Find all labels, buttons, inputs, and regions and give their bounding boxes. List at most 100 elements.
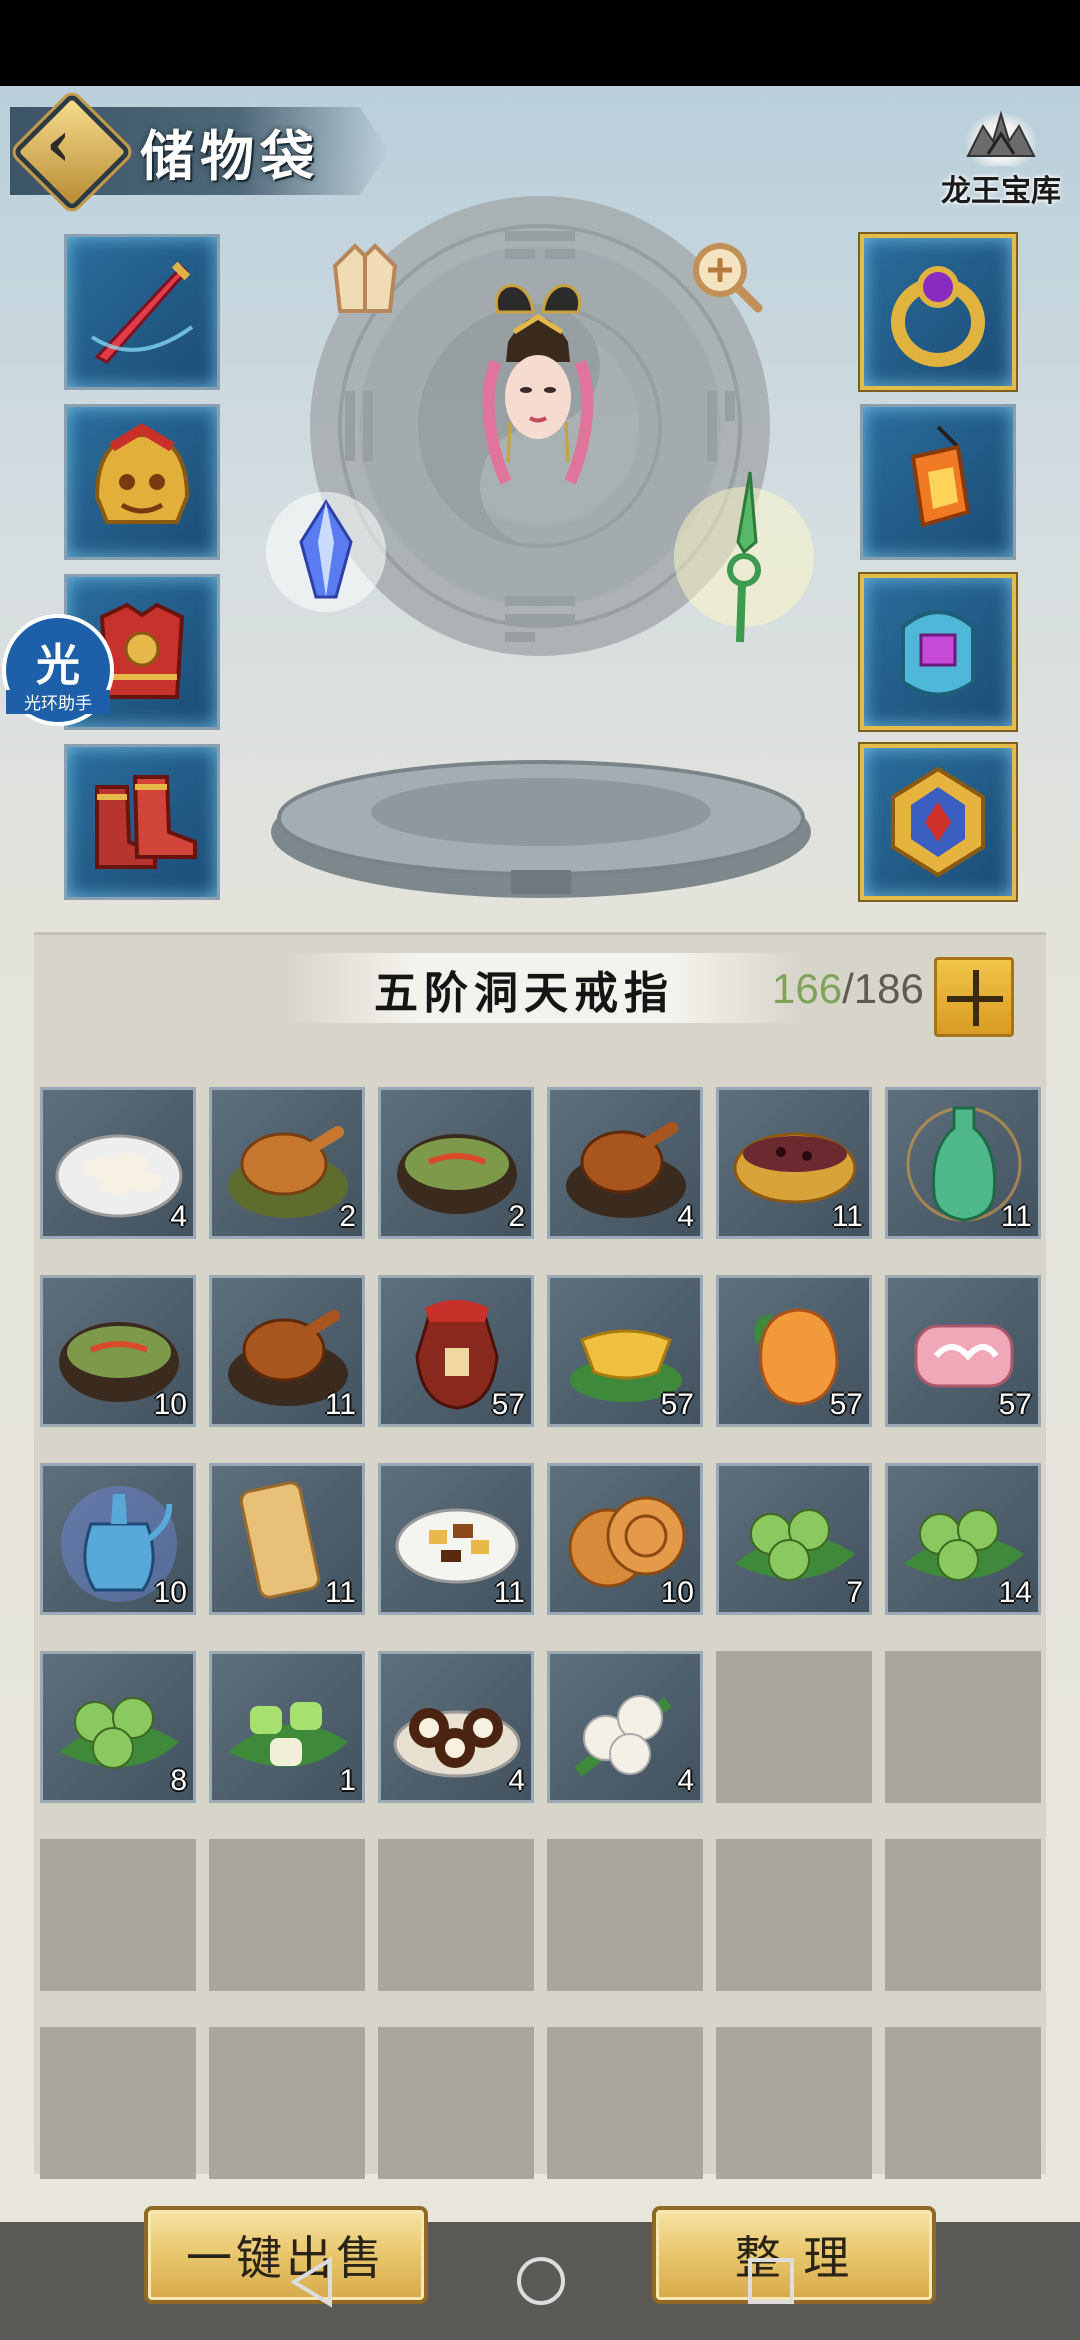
item-quantity: 10 <box>153 1388 187 1421</box>
vault-label: 龙王宝库 <box>941 174 1061 209</box>
helper-label: 光环助手 <box>24 694 92 714</box>
dragon-king-vault-button[interactable]: 龙王宝库 <box>936 106 1066 226</box>
steamed-buns-icon <box>574 1695 672 1777</box>
jade-dagger-icon[interactable] <box>664 462 824 652</box>
equip-slot-boots[interactable] <box>64 744 220 900</box>
character-pedestal <box>268 752 814 902</box>
inventory-slot-roast-chicken-bowl[interactable]: 11 <box>209 1275 365 1427</box>
item-quantity: 4 <box>677 1200 694 1233</box>
inventory-slot-green-dumplings[interactable]: 8 <box>40 1651 196 1803</box>
equip-slot-talisman[interactable] <box>860 744 1016 900</box>
inventory-slot-empty[interactable] <box>716 1839 872 1991</box>
status-bar <box>0 0 1080 86</box>
item-quantity: 57 <box>491 1388 525 1421</box>
storage-bag-screen: ‹ 储物袋 龙王宝库 光 光环助手 五阶洞天戒指 166/186 4 2 2 4… <box>0 86 1080 2222</box>
helmet-icon <box>94 423 190 524</box>
inventory-slot-green-vase[interactable]: 11 <box>885 1087 1041 1239</box>
amulet-icon <box>901 610 975 697</box>
inventory-slot-chocolate-rolls[interactable]: 4 <box>378 1651 534 1803</box>
inventory-slot-empty[interactable] <box>378 1839 534 1991</box>
item-quantity: 2 <box>339 1200 356 1233</box>
item-quantity: 4 <box>508 1764 525 1797</box>
magnify-icon[interactable] <box>686 236 766 316</box>
inventory-slot-empty[interactable] <box>40 2027 196 2179</box>
inventory-slot-empty[interactable] <box>209 1839 365 1991</box>
capacity-total: 186 <box>853 965 924 1012</box>
back-chevron-icon[interactable]: ‹ <box>46 113 106 175</box>
item-quantity: 1 <box>339 1764 356 1797</box>
inventory-slot-empty[interactable] <box>209 2027 365 2179</box>
expand-capacity-button[interactable] <box>934 957 1014 1037</box>
item-quantity: 4 <box>170 1200 187 1233</box>
cloak-icon[interactable] <box>320 236 410 326</box>
inventory-slot-wine-jar[interactable]: 57 <box>378 1275 534 1427</box>
roast-chicken-bowl-icon <box>566 1122 686 1218</box>
item-quantity: 14 <box>998 1576 1032 1609</box>
inventory-slot-empty[interactable] <box>547 1839 703 1991</box>
inventory-slot-roast-chicken-bowl[interactable]: 4 <box>547 1087 703 1239</box>
crystal-icon[interactable] <box>256 482 396 622</box>
boots-icon <box>95 775 197 869</box>
inventory-slot-pancake-roll[interactable]: 11 <box>209 1463 365 1615</box>
inventory-title: 五阶洞天戒指 <box>374 968 674 1019</box>
inventory-slot-mixed-plate[interactable]: 11 <box>378 1463 534 1615</box>
equip-slot-lantern[interactable] <box>860 404 1016 560</box>
item-quantity: 7 <box>846 1576 863 1609</box>
inventory-slot-empty[interactable] <box>885 1839 1041 1991</box>
noodle-bowl-icon <box>397 1134 517 1214</box>
inventory-slot-noodle-bowl[interactable]: 2 <box>378 1087 534 1239</box>
character-portrait[interactable] <box>478 272 598 512</box>
equip-slot-amulet[interactable] <box>860 574 1016 730</box>
inventory-slot-mooncake[interactable]: 10 <box>547 1463 703 1615</box>
item-quantity: 8 <box>170 1764 187 1797</box>
inventory-slot-dumplings[interactable]: 4 <box>40 1087 196 1239</box>
inventory-slot-gold-ingot[interactable]: 57 <box>547 1275 703 1427</box>
halo-helper-badge[interactable]: 光 光环助手 <box>0 612 116 728</box>
equip-slot-ring[interactable] <box>860 234 1016 390</box>
chocolate-rolls-icon <box>393 1708 521 1778</box>
item-quantity: 11 <box>1000 1200 1032 1233</box>
item-quantity: 57 <box>998 1388 1032 1421</box>
talisman-icon <box>891 766 985 878</box>
inventory-slot-empty[interactable] <box>885 2027 1041 2179</box>
equip-slot-sword[interactable] <box>64 234 220 390</box>
inventory-slot-steamed-buns[interactable]: 4 <box>547 1651 703 1803</box>
inventory-slot-blue-teapot[interactable]: 10 <box>40 1463 196 1615</box>
item-quantity: 10 <box>660 1576 694 1609</box>
helper-glyph: 光 <box>36 640 80 691</box>
roast-chicken-icon <box>228 1126 348 1218</box>
inventory-slot-empty[interactable] <box>378 2027 534 2179</box>
inventory-slot-green-dumplings[interactable]: 7 <box>716 1463 872 1615</box>
equip-slot-helmet[interactable] <box>64 404 220 560</box>
dragon-emblem-icon <box>958 106 1044 166</box>
nav-recents-icon[interactable] <box>744 2254 798 2308</box>
dumplings-icon <box>55 1134 183 1218</box>
green-dumplings-icon <box>59 1697 179 1769</box>
inventory-slot-green-cakes[interactable]: 1 <box>209 1651 365 1803</box>
capacity-used: 166 <box>772 965 843 1012</box>
inventory-slot-roast-chicken[interactable]: 2 <box>209 1087 365 1239</box>
inventory-slot-empty[interactable] <box>40 1839 196 1991</box>
capacity-counter: 166/186 <box>772 965 924 1013</box>
item-quantity: 11 <box>324 1388 356 1421</box>
item-quantity: 10 <box>153 1576 187 1609</box>
lantern-icon <box>910 425 971 528</box>
item-quantity: 57 <box>660 1388 694 1421</box>
inventory-slot-peach[interactable]: 57 <box>716 1275 872 1427</box>
nav-back-icon[interactable] <box>286 2254 336 2310</box>
green-dumplings-icon <box>735 1509 855 1581</box>
inventory-slot-noodle-bowl[interactable]: 10 <box>40 1275 196 1427</box>
inventory-panel: 五阶洞天戒指 166/186 4 2 2 4 11 11 10 11 57 57 57 57 10 11 1… <box>34 932 1046 2179</box>
inventory-slot-empty[interactable] <box>716 2027 872 2179</box>
inventory-slot-empty[interactable] <box>716 1651 872 1803</box>
inventory-slot-green-dumplings[interactable]: 14 <box>885 1463 1041 1615</box>
capacity-separator: / <box>842 965 854 1012</box>
inventory-slot-pink-cake[interactable]: 57 <box>885 1275 1041 1427</box>
sword-icon <box>90 261 194 364</box>
green-cakes-icon <box>228 1702 348 1767</box>
item-quantity: 2 <box>508 1200 525 1233</box>
inventory-slot-bean-porridge[interactable]: 11 <box>716 1087 872 1239</box>
inventory-slot-empty[interactable] <box>547 2027 703 2179</box>
inventory-slot-empty[interactable] <box>885 1651 1041 1803</box>
nav-home-icon[interactable] <box>514 2254 568 2308</box>
